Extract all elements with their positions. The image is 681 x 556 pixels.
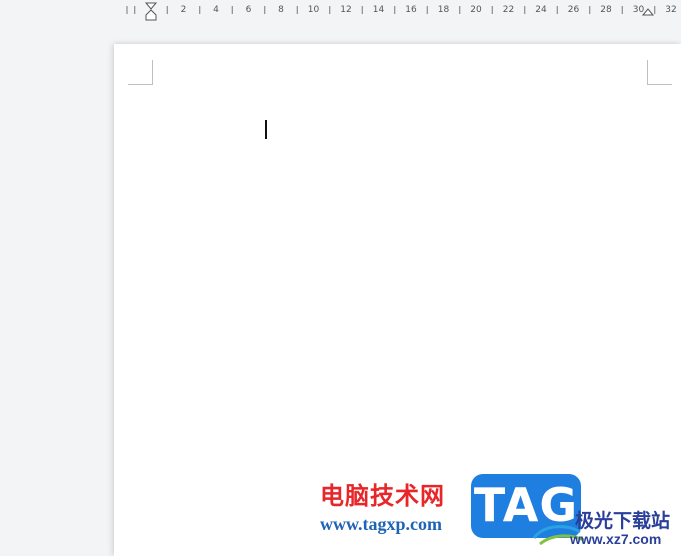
ruler-label: 30 <box>633 5 645 15</box>
ruler-label: 28 <box>600 5 612 15</box>
watermark-partner-url: www.xz7.com <box>570 531 662 547</box>
document-body-text[interactable] <box>267 120 647 140</box>
first-line-indent-marker[interactable] <box>144 2 158 10</box>
top-right-margin-mark <box>647 60 672 85</box>
ruler-scale: 2 4 6 8 10 12 14 16 18 20 22 24 26 28 30 32 <box>126 2 677 21</box>
ruler-label: 26 <box>568 5 580 15</box>
ruler-label: 16 <box>405 5 417 15</box>
ruler-label: 12 <box>340 5 351 15</box>
ruler-label: 32 <box>665 5 676 15</box>
left-indent-marker[interactable] <box>145 9 157 21</box>
ruler-label: 20 <box>470 5 482 15</box>
ruler-label: 22 <box>503 5 514 15</box>
watermark-site-name: 电脑技术网 <box>320 482 445 510</box>
ruler-label: 18 <box>438 5 450 15</box>
top-left-margin-mark <box>128 60 153 85</box>
ruler-label: 14 <box>373 5 385 15</box>
ruler-label: 24 <box>535 5 547 15</box>
ruler-label: 8 <box>278 5 284 15</box>
ruler-label: 6 <box>246 5 252 15</box>
watermark-partner-name: 极光下载站 <box>575 510 671 532</box>
ruler-label: 4 <box>213 5 219 15</box>
horizontal-ruler[interactable]: 2 4 6 8 10 12 14 16 18 20 22 24 26 28 30 32 <box>0 0 681 22</box>
ruler-label: 2 <box>181 5 187 15</box>
ruler-label: 10 <box>308 5 320 15</box>
watermark-site-url: www.tagxp.com <box>320 514 442 534</box>
right-indent-marker[interactable] <box>641 8 655 16</box>
